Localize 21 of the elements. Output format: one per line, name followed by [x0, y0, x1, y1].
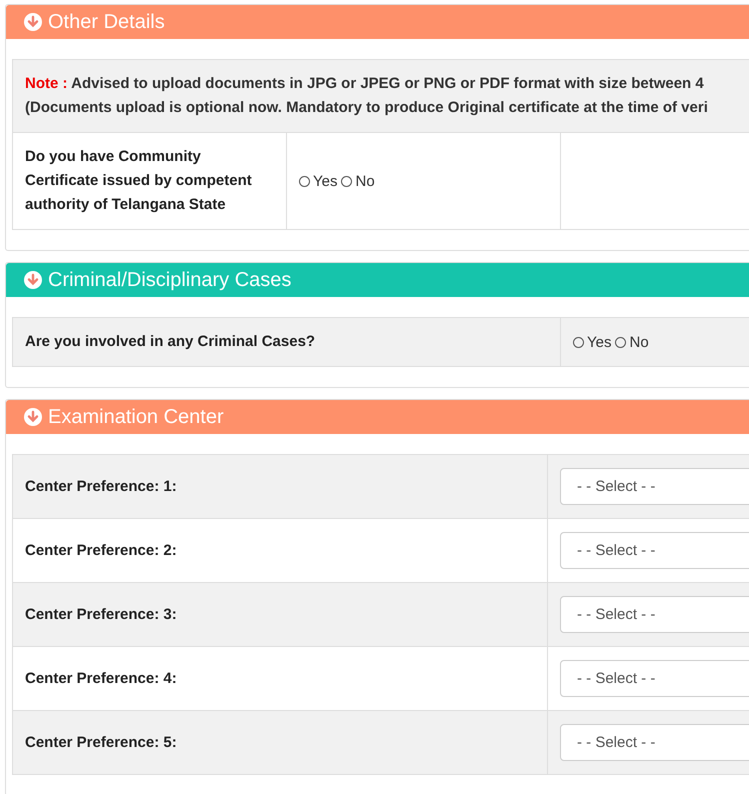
note-text: (Documents upload is optional now. Mandatory to produce Original certificate at the time of veri — [25, 98, 709, 118]
section-title: Examination Center — [48, 406, 224, 428]
field-label: Center Preference: 3: — [25, 604, 177, 624]
select-dropdown[interactable]: - - Select - - — [560, 660, 749, 697]
select-dropdown[interactable]: - - Select - - — [560, 532, 749, 569]
radio-option[interactable]: Yes — [299, 172, 338, 190]
field-label: Center Preference: 1: — [25, 476, 177, 496]
radio-option[interactable]: Yes — [573, 334, 612, 350]
field-label: Center Preference: 5: — [25, 732, 177, 752]
select-dropdown[interactable]: - - Select - - — [560, 468, 749, 505]
field-label: Center Preference: 4: — [25, 668, 177, 688]
question-label: Are you involved in any Criminal Cases? — [25, 332, 316, 352]
question-label: Do you have Community Certificate issued by competent authority of Telangana State — [25, 147, 253, 215]
select-dropdown[interactable]: - - Select - - — [560, 596, 749, 633]
section-title: Other Details — [48, 10, 165, 34]
radio-option[interactable]: No — [615, 334, 649, 350]
note-text: Note : Advised to upload documents in JPG or JPEG or PNG or PDF format with size between 4 — [25, 74, 705, 94]
field-label: Center Preference: 2: — [25, 540, 177, 560]
section-title: Criminal/Disciplinary Cases — [48, 268, 292, 292]
radio-option[interactable]: No — [341, 172, 375, 190]
select-dropdown[interactable]: - - Select - - — [560, 724, 749, 761]
